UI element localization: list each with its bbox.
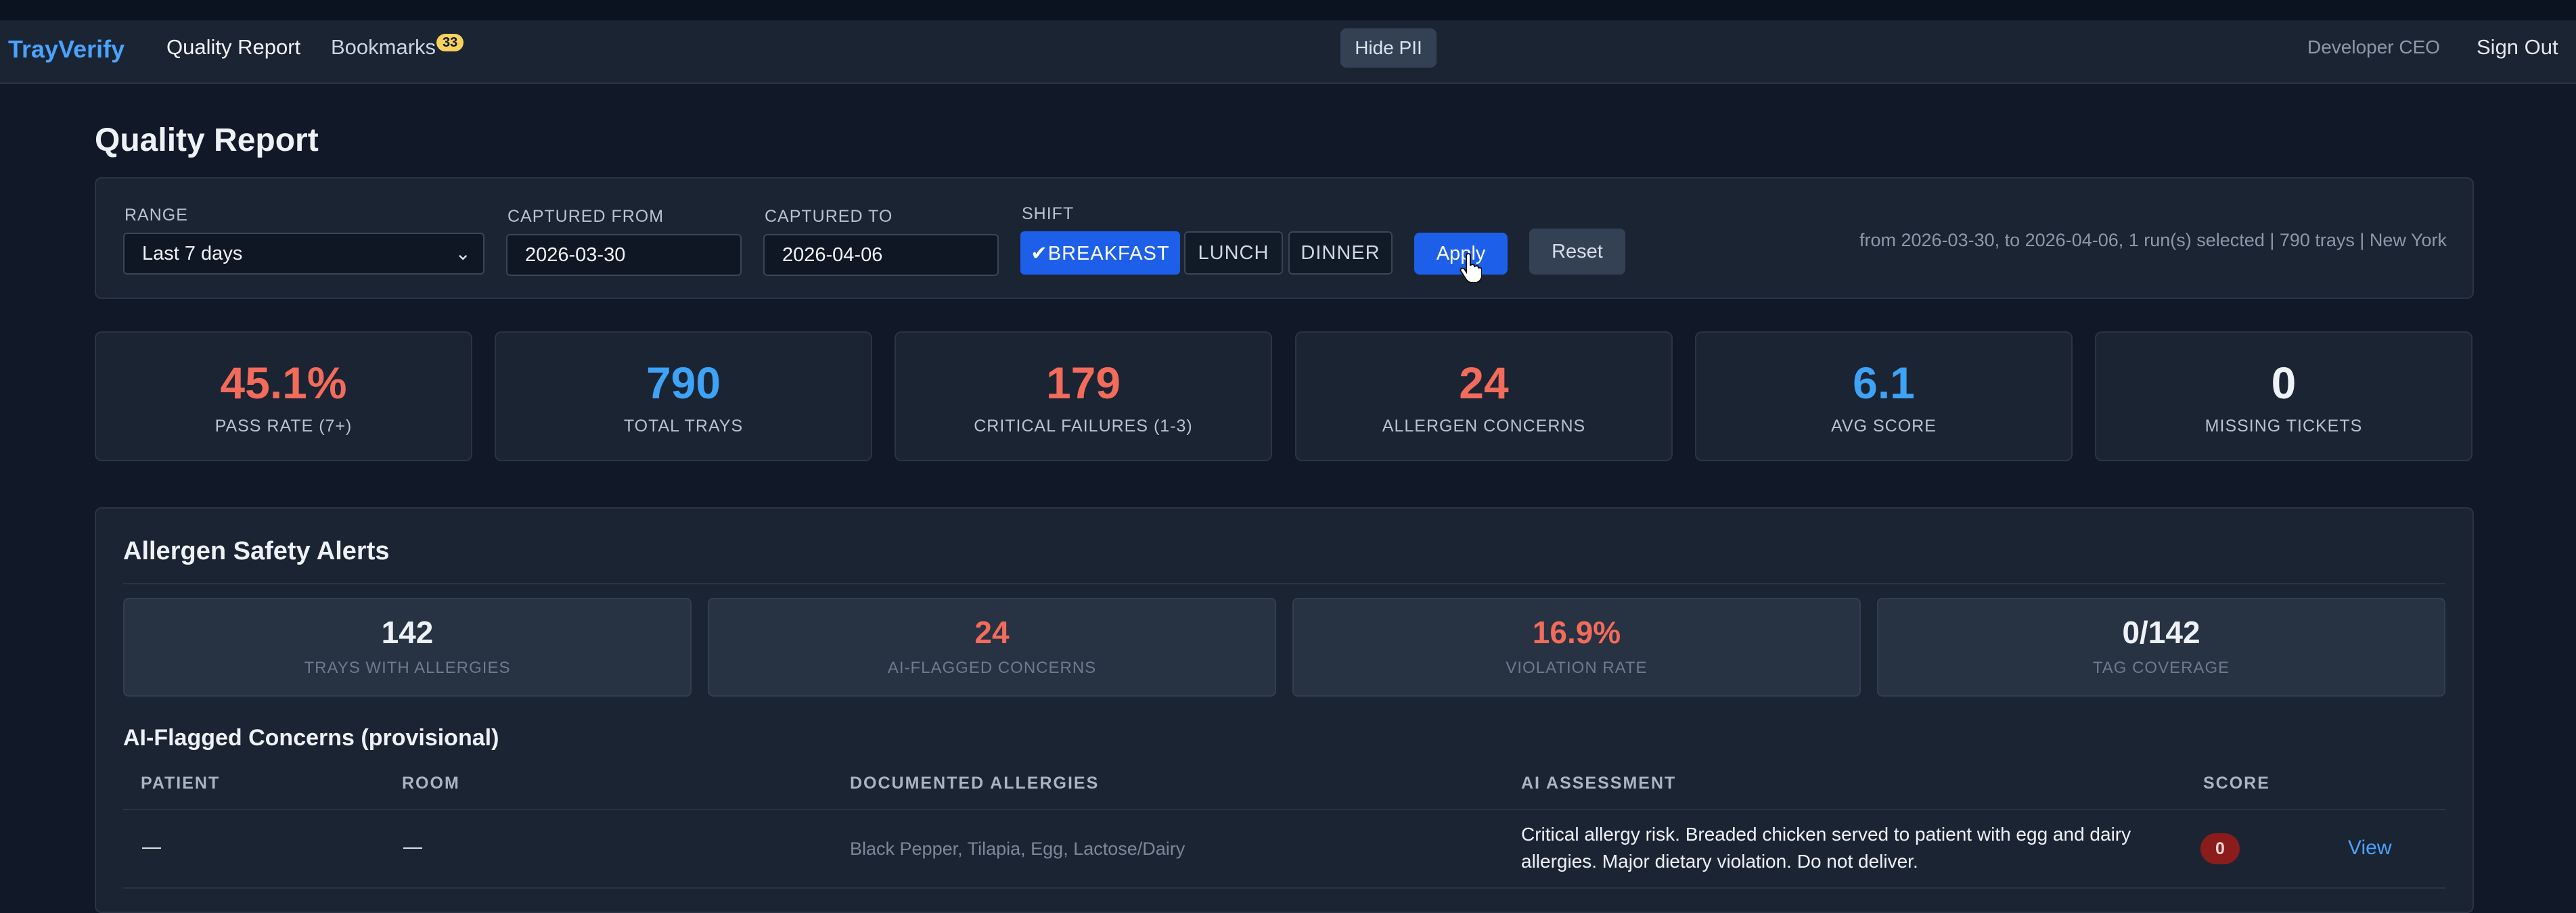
captured-from-value: 2026-03-30 bbox=[525, 243, 626, 266]
cell-patient: — bbox=[142, 836, 161, 857]
chevron-down-icon: ⌄ bbox=[455, 243, 471, 264]
stat-card-avg-score: 6.1 AVG SCORE bbox=[1695, 331, 2073, 461]
shift-dinner-toggle[interactable]: DINNER bbox=[1288, 231, 1393, 275]
nav-quality-report[interactable]: Quality Report bbox=[166, 35, 300, 60]
stat-value: 24 bbox=[1459, 358, 1509, 408]
shift-lunch-toggle[interactable]: LUNCH bbox=[1184, 231, 1283, 275]
allergen-card-label: AI-FLAGGED CONCERNS bbox=[887, 659, 1097, 677]
cell-allergies: Black Pepper, Tilapia, Egg, Lactose/Dair… bbox=[850, 839, 1185, 859]
range-select-value: Last 7 days bbox=[142, 242, 243, 264]
captured-from-input[interactable]: 2026-03-30 bbox=[506, 234, 742, 276]
range-label: RANGE bbox=[125, 206, 188, 225]
captured-to-input[interactable]: 2026-04-06 bbox=[763, 234, 999, 276]
captured-to-label: CAPTURED TO bbox=[765, 207, 893, 226]
bookmarks-count-badge: 33 bbox=[436, 34, 464, 51]
stat-card-missing-tickets: 0 MISSING TICKETS bbox=[2095, 331, 2472, 461]
allergen-card-label: TRAYS WITH ALLERGIES bbox=[304, 659, 511, 677]
stat-label: TOTAL TRAYS bbox=[623, 417, 744, 436]
stat-label: AVG SCORE bbox=[1831, 417, 1937, 436]
view-link[interactable]: View bbox=[2348, 837, 2391, 860]
stat-card-pass-rate: 45.1% PASS RATE (7+) bbox=[95, 331, 472, 461]
stat-label: MISSING TICKETS bbox=[2205, 417, 2363, 436]
filter-summary: from 2026-03-30, to 2026-04-06, 1 run(s)… bbox=[1859, 230, 2447, 250]
allergen-card-value: 24 bbox=[974, 615, 1010, 650]
allergen-card-value: 0/142 bbox=[2122, 615, 2200, 650]
stat-value: 179 bbox=[1045, 358, 1121, 408]
column-header-room[interactable]: ROOM bbox=[402, 774, 460, 793]
captured-from-label: CAPTURED FROM bbox=[507, 207, 664, 226]
hand-cursor-icon bbox=[1460, 253, 1482, 283]
shift-breakfast-toggle[interactable]: ✔BREAKFAST bbox=[1020, 231, 1180, 275]
stat-card-total-trays: 790 TOTAL TRAYS bbox=[495, 331, 872, 461]
current-user: Developer CEO bbox=[2307, 37, 2441, 57]
stat-value: 6.1 bbox=[1853, 358, 1915, 408]
filter-panel: RANGE Last 7 days ⌄ CAPTURED FROM 2026-0… bbox=[95, 177, 2474, 299]
window-top-strip bbox=[0, 0, 2576, 20]
stat-card-allergen-concerns: 24 ALLERGEN CONCERNS bbox=[1295, 331, 1673, 461]
stat-value: 45.1% bbox=[220, 358, 347, 408]
column-header-ai-assessment[interactable]: AI ASSESSMENT bbox=[1521, 774, 1676, 793]
reset-button[interactable]: Reset bbox=[1529, 229, 1625, 275]
allergen-safety-panel: Allergen Safety Alerts 142 TRAYS WITH AL… bbox=[95, 507, 2474, 913]
cell-assessment-line-1: Critical allergy risk. Breaded chicken s… bbox=[1521, 824, 2131, 845]
allergen-card-flagged: 24 AI-FLAGGED CONCERNS bbox=[708, 598, 1276, 697]
shift-label: SHIFT bbox=[1022, 204, 1075, 223]
stat-card-critical-failures: 179 CRITICAL FAILURES (1-3) bbox=[895, 331, 1272, 461]
nav-bookmarks[interactable]: Bookmarks bbox=[331, 35, 436, 60]
column-header-patient[interactable]: PATIENT bbox=[141, 774, 220, 793]
ai-flagged-title: AI-Flagged Concerns (provisional) bbox=[123, 725, 499, 751]
column-header-score[interactable]: SCORE bbox=[2203, 774, 2270, 793]
stat-label: PASS RATE (7+) bbox=[214, 417, 353, 436]
column-header-allergies[interactable]: DOCUMENTED ALLERGIES bbox=[850, 774, 1099, 793]
hide-pii-button[interactable]: Hide PII bbox=[1340, 28, 1437, 68]
brand-logo[interactable]: TrayVerify bbox=[8, 35, 125, 64]
allergen-card-value: 142 bbox=[381, 615, 434, 650]
table-header-divider bbox=[123, 809, 2445, 810]
stat-label: CRITICAL FAILURES (1-3) bbox=[974, 417, 1193, 436]
captured-to-value: 2026-04-06 bbox=[782, 243, 883, 266]
allergen-card-label: TAG COVERAGE bbox=[2092, 659, 2230, 677]
range-select[interactable]: Last 7 days ⌄ bbox=[123, 233, 484, 275]
score-badge: 0 bbox=[2200, 833, 2240, 864]
allergen-card-label: VIOLATION RATE bbox=[1506, 659, 1648, 677]
allergen-card-value: 16.9% bbox=[1532, 615, 1621, 650]
allergen-card-violation-rate: 16.9% VIOLATION RATE bbox=[1292, 598, 1861, 697]
section-divider bbox=[123, 583, 2445, 584]
allergen-card-tag-coverage: 0/142 TAG COVERAGE bbox=[1877, 598, 2445, 697]
cell-assessment-line-2: allergies. Major dietary violation. Do n… bbox=[1521, 851, 1918, 872]
stat-label: ALLERGEN CONCERNS bbox=[1382, 417, 1586, 436]
row-divider bbox=[123, 887, 2445, 889]
allergen-card-trays: 142 TRAYS WITH ALLERGIES bbox=[123, 598, 692, 697]
cell-room: — bbox=[403, 836, 422, 857]
stat-value: 790 bbox=[646, 358, 721, 408]
top-navbar: TrayVerify Quality Report Bookmarks 33 H… bbox=[0, 20, 2576, 84]
sign-out-link[interactable]: Sign Out bbox=[2477, 35, 2558, 60]
stat-value: 0 bbox=[2271, 358, 2297, 408]
page-title: Quality Report bbox=[95, 122, 319, 158]
allergen-section-title: Allergen Safety Alerts bbox=[123, 537, 390, 565]
